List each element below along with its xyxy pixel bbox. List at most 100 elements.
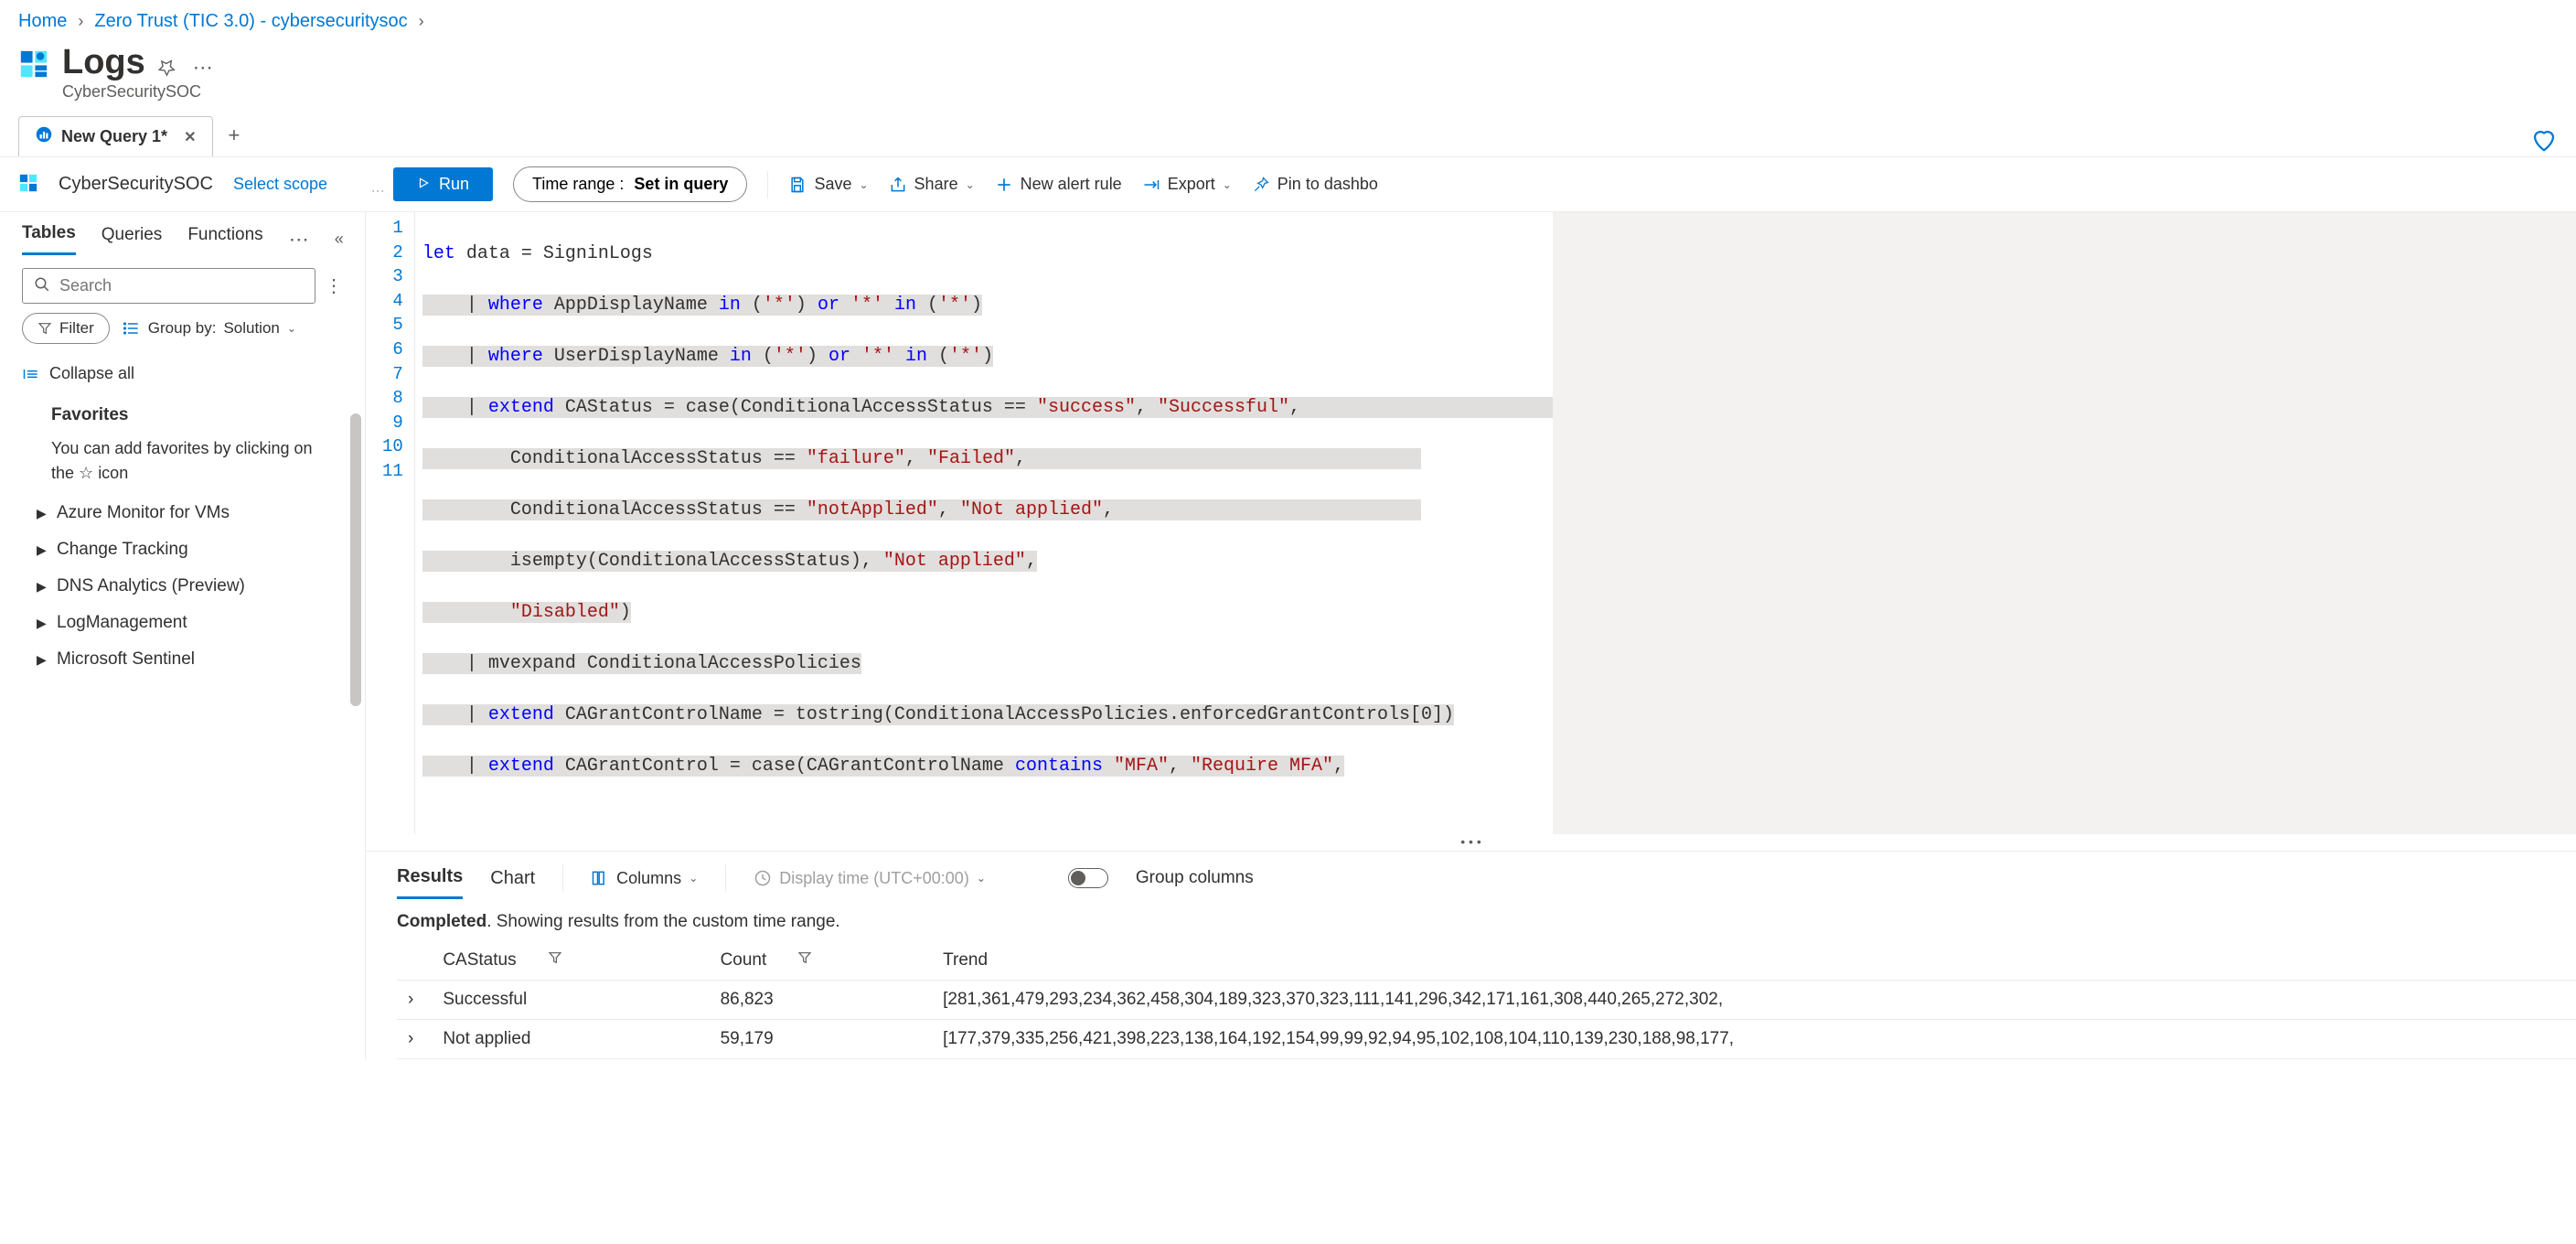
- time-range-button[interactable]: Time range : Set in query: [513, 166, 747, 202]
- divider: [562, 864, 563, 892]
- ellipsis-icon[interactable]: • • •: [366, 834, 2576, 851]
- search-field[interactable]: [59, 276, 304, 295]
- caret-right-icon: ▶: [37, 652, 48, 668]
- tree-item[interactable]: ▶Change Tracking: [27, 531, 365, 568]
- results-table: CAStatus Count Trend › Successful 86,823…: [397, 941, 2576, 1059]
- breadcrumb-path[interactable]: Zero Trust (TIC 3.0) - cybersecuritysoc: [94, 11, 407, 32]
- col-castatus[interactable]: CAStatus: [443, 941, 720, 981]
- collapse-all-button[interactable]: Collapse all: [0, 357, 156, 391]
- group-columns-label: Group columns: [1136, 868, 1254, 888]
- save-label: Save: [814, 175, 851, 194]
- table-row[interactable]: › Successful 86,823 [281,361,479,293,234…: [397, 981, 2576, 1020]
- col-trend[interactable]: Trend: [943, 941, 2576, 981]
- page-subtitle: CyberSecuritySOC: [62, 82, 213, 102]
- run-button[interactable]: Run: [393, 167, 493, 201]
- col-label: Count: [721, 950, 767, 971]
- sidebar-tab-functions[interactable]: Functions: [187, 225, 262, 254]
- col-count[interactable]: Count: [721, 941, 944, 981]
- collapse-panel-icon[interactable]: «: [335, 230, 344, 249]
- chevron-down-icon: ⌄: [966, 178, 975, 191]
- search-input[interactable]: [22, 268, 315, 304]
- tree-label: Change Tracking: [57, 540, 188, 560]
- results-toolbar: Results Chart Columns ⌄ Display time (UT…: [366, 851, 2576, 899]
- line-gutter: 1 2 3 4 5 6 7 8 9 10 11: [366, 212, 415, 834]
- table-tree: ▶Azure Monitor for VMs ▶Change Tracking …: [0, 491, 365, 678]
- tree-item[interactable]: ▶DNS Analytics (Preview): [27, 568, 365, 605]
- cell-trend: [177,379,335,256,421,398,223,138,164,192…: [943, 1020, 2576, 1059]
- sidebar-tab-queries[interactable]: Queries: [102, 225, 163, 254]
- more-icon[interactable]: ⋯: [289, 228, 309, 252]
- time-range-value: Set in query: [634, 175, 728, 193]
- query-tabs: New Query 1* ✕ +: [0, 114, 2576, 157]
- groupby-prefix: Group by:: [148, 319, 217, 338]
- export-button[interactable]: Export ⌄: [1142, 175, 1232, 194]
- workspace-bar: CyberSecuritySOC Select scope Run Time r…: [0, 157, 2576, 211]
- more-icon[interactable]: ⋯: [193, 47, 213, 80]
- tab-new-query[interactable]: New Query 1* ✕: [18, 116, 213, 156]
- scrollbar[interactable]: [350, 413, 361, 706]
- favorites-hint-suffix: icon: [98, 464, 128, 482]
- workspace-icon: [18, 173, 38, 196]
- sidebar-tab-tables[interactable]: Tables: [22, 223, 76, 255]
- breadcrumb-home[interactable]: Home: [18, 11, 67, 32]
- share-button[interactable]: Share ⌄: [889, 175, 975, 194]
- filter-button[interactable]: Filter: [22, 313, 110, 344]
- query-editor[interactable]: 1 2 3 4 5 6 7 8 9 10 11 let data = Signi…: [366, 212, 2576, 834]
- tree-item[interactable]: ▶Azure Monitor for VMs: [27, 495, 365, 531]
- new-alert-button[interactable]: New alert rule: [995, 175, 1122, 194]
- col-label: CAStatus: [443, 950, 516, 971]
- caret-right-icon: ▶: [37, 579, 48, 595]
- resize-handle[interactable]: ⋮: [371, 185, 386, 194]
- chevron-down-icon: ⌄: [287, 322, 296, 335]
- add-tab-button[interactable]: +: [213, 114, 254, 156]
- caret-right-icon: ▶: [37, 616, 48, 631]
- columns-label: Columns: [616, 869, 681, 888]
- tree-item[interactable]: ▶ Microsoft Sentinel: [27, 641, 365, 678]
- filter-icon[interactable]: [797, 950, 812, 971]
- save-button[interactable]: Save ⌄: [788, 175, 868, 194]
- select-scope-link[interactable]: Select scope: [233, 175, 327, 194]
- export-label: Export: [1168, 175, 1215, 194]
- cell-count: 86,823: [721, 981, 944, 1020]
- star-icon: ☆: [79, 461, 93, 486]
- cell-castatus: Not applied: [443, 1020, 720, 1059]
- results-tab-results[interactable]: Results: [397, 857, 463, 899]
- play-icon: [417, 175, 430, 194]
- tree-label: Microsoft Sentinel: [57, 649, 195, 670]
- bar-chart-icon: [36, 126, 52, 147]
- status-detail: . Showing results from the custom time r…: [486, 912, 840, 931]
- expand-icon[interactable]: ›: [397, 1029, 424, 1048]
- filter-label: Filter: [59, 319, 94, 338]
- results-tab-chart[interactable]: Chart: [490, 859, 535, 898]
- page-header: Logs ⋯ CyberSecuritySOC: [0, 38, 2576, 114]
- editor-pane: 1 2 3 4 5 6 7 8 9 10 11 let data = Signi…: [366, 212, 2576, 1059]
- more-vertical-icon[interactable]: ⋮: [325, 274, 343, 297]
- expand-icon[interactable]: ›: [397, 990, 424, 1009]
- pin-dashboard-button[interactable]: Pin to dashbo: [1252, 175, 1378, 194]
- favorites-hint: You can add favorites by clicking on the…: [51, 436, 337, 486]
- run-label: Run: [439, 175, 469, 194]
- cell-count: 59,179: [721, 1020, 944, 1059]
- chevron-down-icon: ⌄: [977, 872, 986, 885]
- tree-label: Azure Monitor for VMs: [57, 503, 230, 523]
- status-line: Completed. Showing results from the cust…: [366, 899, 2576, 941]
- table-row[interactable]: › Not applied 59,179 [177,379,335,256,42…: [397, 1020, 2576, 1059]
- tree-item[interactable]: ▶ LogManagement: [27, 605, 365, 641]
- pin-icon[interactable]: [156, 45, 176, 80]
- groupby-button[interactable]: Group by: Solution ⌄: [123, 319, 296, 338]
- close-icon[interactable]: ✕: [184, 128, 196, 146]
- collapse-all-label: Collapse all: [49, 364, 134, 383]
- chevron-down-icon: ⌄: [859, 178, 868, 191]
- divider: [767, 171, 768, 198]
- cell-castatus: Successful: [443, 981, 720, 1020]
- cell-trend: [281,361,479,293,234,362,458,304,189,323…: [943, 981, 2576, 1020]
- breadcrumb: Home › Zero Trust (TIC 3.0) - cybersecur…: [0, 0, 2576, 38]
- display-time-button[interactable]: Display time (UTC+00:00) ⌄: [754, 869, 986, 888]
- favorites-section: Favorites You can add favorites by click…: [0, 391, 365, 491]
- group-columns-toggle[interactable]: [1068, 868, 1108, 888]
- filter-icon[interactable]: [548, 950, 562, 971]
- columns-button[interactable]: Columns ⌄: [591, 869, 698, 888]
- tree-label: LogManagement: [57, 613, 187, 633]
- code-area[interactable]: let data = SigninLogs | where AppDisplay…: [415, 212, 1553, 834]
- main-split: Tables Queries Functions ⋯ « ⋮ Filter Gr…: [0, 211, 2576, 1059]
